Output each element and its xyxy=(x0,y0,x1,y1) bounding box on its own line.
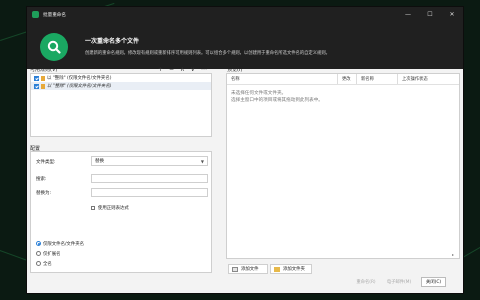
empty-message: 选择主窗口中的项目或将其拖动到此列表中。 xyxy=(231,98,323,103)
header-heading: 一次重命名多个文件 xyxy=(85,38,140,45)
add-files-button[interactable]: 添加文件 xyxy=(228,264,268,274)
regex-checkbox[interactable] xyxy=(91,206,95,210)
scope-option-label: 仅限文件名/文件夹名 xyxy=(43,242,84,247)
email-button[interactable]: 电子邮件(M) xyxy=(384,277,414,287)
scope-radio-extension[interactable] xyxy=(36,251,41,256)
header-description: 创建新的重命名规则。修改现有规则或重新排序可用规则列表。可以组合多个规则，以创建… xyxy=(85,51,330,56)
scope-option-label: 全名 xyxy=(43,262,52,267)
header-banner: 一次重命名多个文件 创建新的重命名规则。修改现有规则或重新排序可用规则列表。可以… xyxy=(27,22,463,69)
add-folders-label: 添加文件夹 xyxy=(283,267,305,272)
move-down-button[interactable]: ∨ xyxy=(190,66,194,73)
scope-radio-filename[interactable] xyxy=(36,241,41,246)
scope-radio-fullname[interactable] xyxy=(36,261,41,266)
remove-rule-button[interactable]: − xyxy=(169,66,174,73)
column-divider[interactable] xyxy=(397,74,398,84)
app-icon xyxy=(32,11,39,18)
rules-toolbar: + − ∧ ∨ ⋯ xyxy=(158,66,207,73)
maximize-button[interactable]: ☐ xyxy=(419,7,441,22)
more-options-button[interactable]: ⋯ xyxy=(201,66,207,73)
column-header-name[interactable]: 名称 xyxy=(231,76,240,82)
add-rule-button[interactable]: + xyxy=(158,66,163,73)
column-divider[interactable] xyxy=(337,74,338,84)
file-type-value: 替换 xyxy=(95,159,104,164)
search-label: 搜索: xyxy=(36,177,47,182)
rename-button[interactable]: 重命名(R) xyxy=(353,277,379,287)
file-type-label: 文件类型: xyxy=(36,160,56,165)
rule-item[interactable]: 以 "整除" (仅限文件名/文件夹名) xyxy=(31,74,211,82)
scope-option-label: 仅扩展名 xyxy=(43,252,61,257)
rule-label: 以 "整除" (仅限文件名/文件夹名) xyxy=(47,84,112,89)
replace-label: 替换为: xyxy=(36,191,52,196)
search-icon xyxy=(40,33,68,61)
search-input[interactable] xyxy=(91,174,208,183)
preview-title: 预览(I) xyxy=(227,67,243,73)
checkbox-checked-icon[interactable] xyxy=(34,75,39,81)
close-window-button[interactable]: ✕ xyxy=(441,7,463,22)
rule-label: 以 "整除" (仅限文件名/文件夹名) xyxy=(47,76,112,81)
rule-item[interactable]: 以 "整除" (仅限文件名/文件夹名) xyxy=(31,82,211,90)
rules-title: 可用规则(V) xyxy=(30,67,58,73)
chevron-down-icon: ▼ xyxy=(200,158,204,164)
document-icon xyxy=(41,83,45,89)
empty-message: 未选择任何文件或文件夹。 xyxy=(231,91,287,96)
add-files-label: 添加文件 xyxy=(241,267,259,272)
title-bar: 批量重命名 — ☐ ✕ xyxy=(27,7,463,22)
column-header-new-name[interactable]: 新名称 xyxy=(361,76,374,82)
regex-label: 使用正则表达式 xyxy=(98,206,129,211)
minimize-button[interactable]: — xyxy=(397,7,419,22)
header-divider xyxy=(227,84,459,85)
column-header-last-status[interactable]: 上次操作状态 xyxy=(402,76,428,82)
replace-input[interactable] xyxy=(91,188,208,197)
folder-icon xyxy=(274,266,280,272)
checkbox-checked-icon[interactable] xyxy=(34,83,39,89)
document-icon xyxy=(41,75,45,81)
file-type-select[interactable]: 替换 ▼ xyxy=(91,156,208,166)
file-add-icon xyxy=(232,266,238,272)
move-up-button[interactable]: ∧ xyxy=(180,66,184,73)
window-title: 批量重命名 xyxy=(43,12,66,18)
rules-list[interactable]: 以 "整除" (仅限文件名/文件夹名) 以 "整除" (仅限文件名/文件夹名) xyxy=(30,73,212,137)
column-divider[interactable] xyxy=(356,74,357,84)
column-header-change[interactable]: 更改 xyxy=(342,76,351,82)
close-button[interactable]: 关闭(C) xyxy=(421,277,446,287)
resize-grip-icon[interactable]: ▸ xyxy=(452,252,454,257)
add-folders-button[interactable]: 添加文件夹 xyxy=(270,264,312,274)
